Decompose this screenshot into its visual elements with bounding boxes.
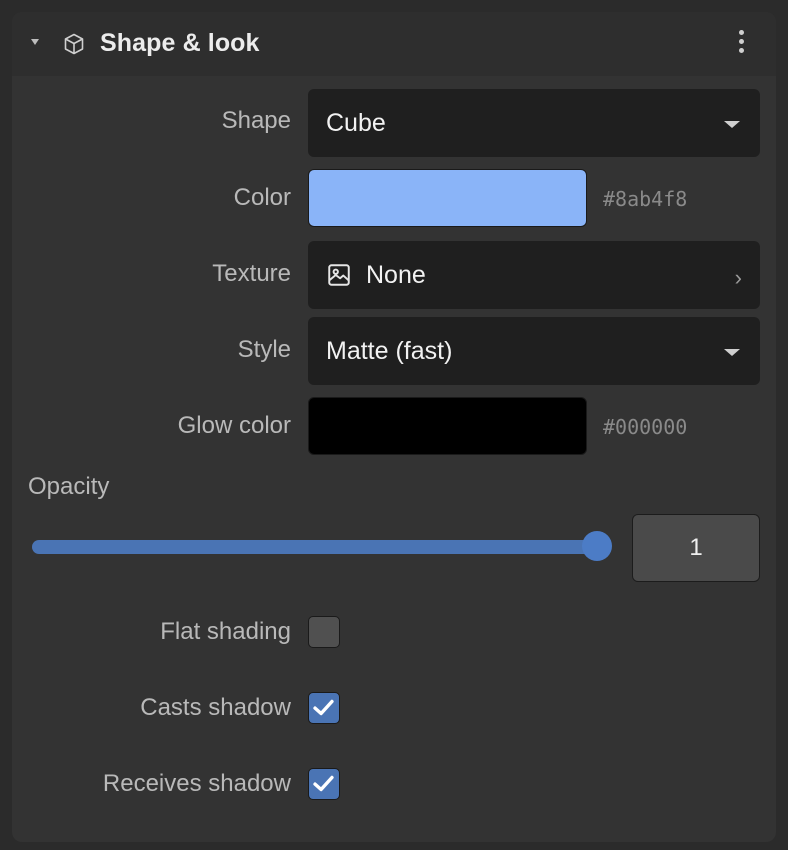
checkmark-icon bbox=[313, 775, 334, 792]
shape-label: Shape bbox=[221, 107, 291, 134]
shape-select[interactable]: Cube bbox=[308, 89, 760, 157]
cube-icon bbox=[64, 33, 84, 55]
chevron-right-icon: › bbox=[734, 265, 742, 290]
texture-value: None bbox=[366, 260, 426, 289]
chevron-down-icon bbox=[724, 121, 740, 128]
casts-shadow-label: Casts shadow bbox=[140, 694, 291, 721]
image-icon bbox=[328, 264, 350, 286]
section-title: Shape & look bbox=[100, 29, 260, 57]
opacity-slider-track[interactable] bbox=[32, 540, 598, 554]
section-header[interactable]: Shape & look bbox=[12, 12, 776, 76]
casts-shadow-checkbox[interactable] bbox=[308, 692, 340, 724]
style-select[interactable]: Matte (fast) bbox=[308, 317, 760, 385]
style-label: Style bbox=[237, 336, 291, 363]
color-swatch[interactable] bbox=[308, 169, 587, 227]
opacity-slider-thumb[interactable] bbox=[582, 531, 612, 561]
glow-color-label: Glow color bbox=[177, 412, 291, 439]
collapse-arrow-icon[interactable] bbox=[31, 39, 39, 45]
texture-label: Texture bbox=[212, 260, 291, 287]
shape-look-panel: Shape & look Shape Cube Color #8ab4f8 Te… bbox=[12, 12, 776, 842]
glow-color-swatch[interactable] bbox=[308, 397, 587, 455]
chevron-down-icon bbox=[724, 349, 740, 356]
opacity-input[interactable]: 1 bbox=[632, 514, 760, 582]
more-vertical-icon[interactable] bbox=[737, 30, 745, 58]
style-value: Matte (fast) bbox=[326, 336, 453, 365]
glow-color-hex: #000000 bbox=[603, 415, 688, 439]
opacity-label: Opacity bbox=[28, 473, 110, 500]
opacity-value: 1 bbox=[689, 534, 703, 561]
receives-shadow-checkbox[interactable] bbox=[308, 768, 340, 800]
checkmark-icon bbox=[313, 699, 334, 716]
color-label: Color bbox=[233, 184, 291, 211]
texture-picker[interactable]: None › bbox=[308, 241, 760, 309]
flat-shading-checkbox[interactable] bbox=[308, 616, 340, 648]
color-hex: #8ab4f8 bbox=[603, 187, 688, 211]
flat-shading-label: Flat shading bbox=[160, 618, 291, 645]
shape-value: Cube bbox=[326, 108, 386, 137]
receives-shadow-label: Receives shadow bbox=[102, 770, 291, 797]
